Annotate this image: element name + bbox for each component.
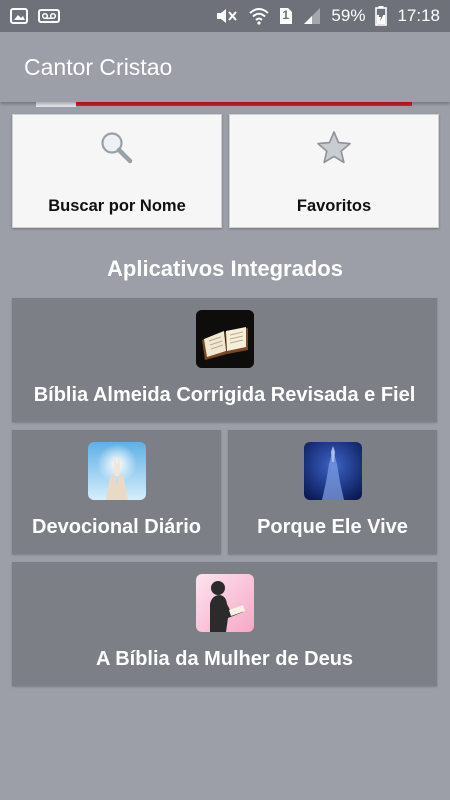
search-by-name-label: Buscar por Nome [48, 197, 186, 215]
section-title: Aplicativos Integrados [107, 256, 343, 281]
app-tile-devocional-diario[interactable]: Devocional Diário [12, 430, 221, 554]
signal-icon [303, 7, 321, 25]
favorites-button[interactable]: Favoritos [229, 114, 439, 228]
app-title: Cantor Cristao [24, 54, 173, 80]
app-bar: Cantor Cristao [0, 32, 450, 102]
battery-charging-icon [375, 6, 388, 26]
mute-icon [215, 7, 239, 25]
search-icon [99, 129, 135, 167]
status-bar-right: 1 59% 17:18 [215, 6, 440, 26]
open-bible-icon [195, 310, 254, 368]
voicemail-icon [38, 9, 60, 23]
app-tile-biblia-mulher-de-deus[interactable]: A Bíblia da Mulher de Deus [12, 562, 437, 686]
favorites-label: Favoritos [296, 197, 372, 215]
sim-slot-number: 1 [282, 8, 290, 22]
gallery-icon [10, 8, 28, 24]
app-tile-porque-ele-vive[interactable]: Porque Ele Vive [228, 430, 437, 554]
battery-percent: 59% [331, 6, 366, 25]
woman-reading-icon [195, 574, 254, 632]
app-tile-biblia-almeida[interactable]: Bíblia Almeida Corrigida Revisada e Fiel [12, 298, 437, 422]
status-bar-left [10, 8, 60, 24]
app-label-porque-ele-vive: Porque Ele Vive [257, 516, 408, 538]
app-label-devocional-diario: Devocional Diário [32, 516, 201, 538]
praying-hands-icon [87, 442, 146, 500]
status-bar: 1 59% 17:18 [0, 0, 450, 32]
app-label-biblia-mulher-de-deus: A Bíblia da Mulher de Deus [95, 648, 354, 670]
search-by-name-button[interactable]: Buscar por Nome [12, 114, 222, 228]
wifi-icon [249, 7, 270, 25]
clock: 17:18 [397, 6, 440, 25]
star-icon [316, 129, 352, 167]
praying-figure-icon [303, 442, 362, 500]
app-label-biblia-almeida: Bíblia Almeida Corrigida Revisada e Fiel [33, 384, 416, 406]
sim-icon: 1 [279, 7, 293, 25]
